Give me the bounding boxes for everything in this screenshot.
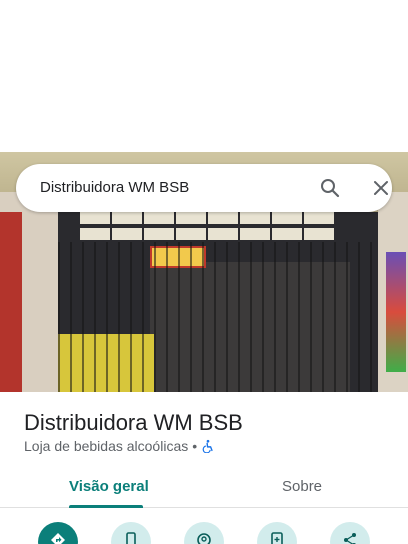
place-name: Distribuidora WM BSB	[24, 410, 243, 435]
tab-bar: Visão geral Sobre	[0, 470, 408, 508]
place-subtitle: Loja de bebidas alcoólicas •	[24, 438, 215, 454]
search-query[interactable]: Distribuidora WM BSB	[40, 179, 189, 196]
phone-icon	[126, 532, 136, 544]
nearby-button[interactable]	[184, 522, 224, 544]
close-icon[interactable]	[369, 176, 393, 200]
tab-active-indicator	[69, 505, 143, 508]
place-category: Loja de bebidas alcoólicas	[24, 438, 189, 454]
share-button[interactable]	[330, 522, 370, 544]
directions-icon	[51, 533, 65, 544]
photo-security-bars	[58, 242, 378, 392]
separator: •	[192, 438, 198, 454]
save-icon	[271, 532, 283, 544]
photo-red-panel	[0, 212, 22, 392]
search-icon[interactable]	[318, 176, 342, 200]
photo-posters	[386, 252, 406, 372]
wheelchair-icon	[202, 439, 213, 453]
tab-overview[interactable]: Visão geral	[69, 478, 149, 495]
nearby-icon	[197, 533, 211, 544]
save-button[interactable]	[257, 522, 297, 544]
directions-button[interactable]	[38, 522, 78, 544]
search-bar[interactable]: Distribuidora WM BSB	[16, 164, 392, 212]
tab-about[interactable]: Sobre	[282, 478, 322, 495]
photo-price-tags	[80, 212, 340, 242]
call-button[interactable]	[111, 522, 151, 544]
share-icon	[344, 533, 356, 544]
